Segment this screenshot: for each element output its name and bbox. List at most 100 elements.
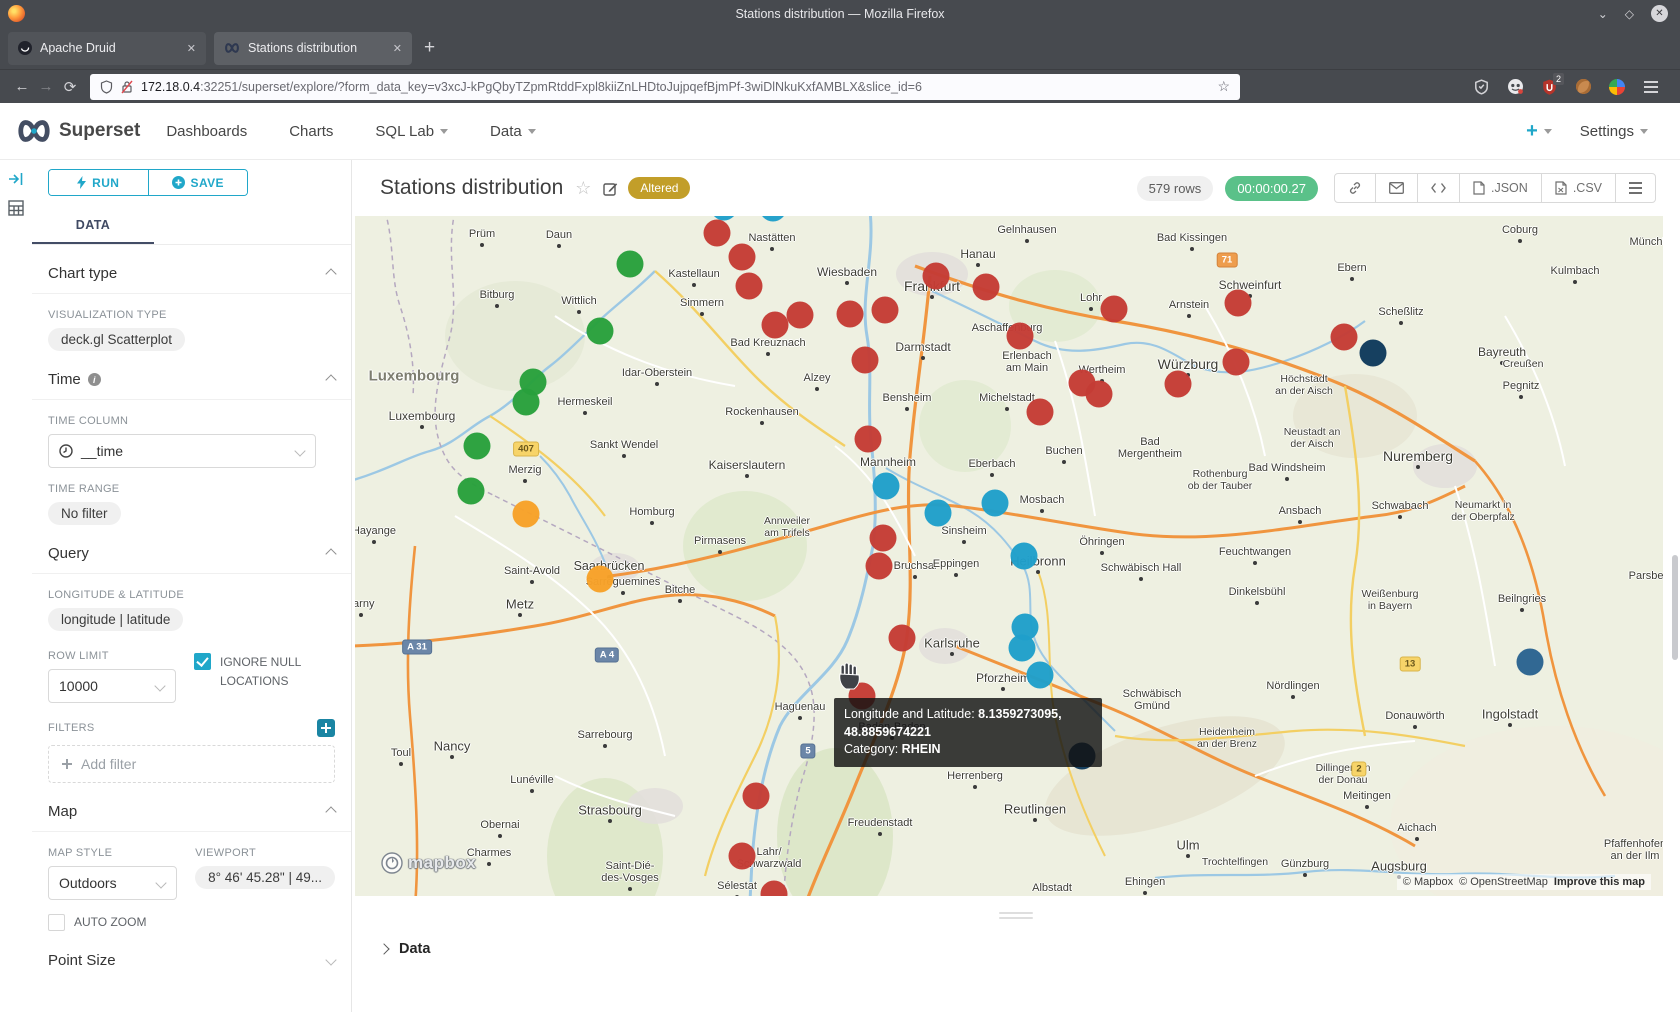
window-minimize-icon[interactable]: ⌄ [1598,8,1608,20]
scatter-point[interactable] [729,843,756,870]
download-json-button[interactable]: .JSON [1459,174,1541,202]
scatter-point[interactable] [736,273,763,300]
run-button[interactable]: RUN [49,170,148,195]
nav-charts[interactable]: Charts [289,123,333,140]
scatter-point[interactable] [1517,649,1544,676]
menu-icon[interactable] [1642,78,1660,96]
scatter-point[interactable] [743,783,770,810]
download-csv-button[interactable]: .CSV [1541,174,1615,202]
chart-menu-button[interactable] [1615,174,1655,202]
scatter-point[interactable] [617,251,644,278]
window-maximize-icon[interactable]: ◇ [1625,8,1634,20]
tab-close-icon[interactable]: ✕ [187,42,196,55]
mapbox-logo[interactable]: mapbox [381,852,476,874]
scatter-point[interactable] [923,263,950,290]
scatter-point[interactable] [1009,635,1036,662]
section-time[interactable]: Timei [32,351,351,399]
add-filter-field[interactable]: Add filter [48,745,335,783]
scatter-point[interactable] [1086,381,1113,408]
shield-check-icon[interactable] [1472,78,1490,96]
scatter-point[interactable] [458,478,485,505]
scatter-point[interactable] [1027,662,1054,689]
section-point-size[interactable]: Point Size [32,932,351,980]
scatter-point[interactable] [704,220,731,247]
scatter-point[interactable] [837,301,864,328]
superset-logo[interactable]: Superset [16,119,140,143]
section-chart-type[interactable]: Chart type [32,245,351,293]
auto-zoom-checkbox[interactable] [48,914,65,931]
attribution-osm[interactable]: © OpenStreetMap [1459,876,1548,888]
nav-sql-lab[interactable]: SQL Lab [375,123,448,140]
attribution-improve[interactable]: Improve this map [1554,876,1645,888]
tab-stations-distribution[interactable]: Stations distribution ✕ [214,32,412,65]
scatter-point[interactable] [873,473,900,500]
scatter-point[interactable] [973,274,1000,301]
scatter-point[interactable] [1007,323,1034,350]
window-close-icon[interactable]: ✕ [1651,5,1668,22]
add-new-button[interactable]: + [1526,120,1552,143]
colorful-extension-icon[interactable] [1608,78,1626,96]
viewport-value[interactable]: 8° 46' 45.28" | 49... [195,866,335,889]
lonlat-value[interactable]: longitude | latitude [48,608,183,631]
map-style-select[interactable]: Outdoors [48,866,177,900]
tab-data[interactable]: DATA [32,209,154,244]
insecure-lock-icon[interactable] [121,80,133,94]
scatter-point[interactable] [852,347,879,374]
add-filter-plus-button[interactable] [317,719,335,737]
section-query[interactable]: Query [32,525,351,573]
viz-type-value[interactable]: deck.gl Scatterplot [48,328,185,351]
ignore-null-checkbox[interactable] [194,653,211,670]
altered-badge[interactable]: Altered [628,177,690,199]
scatter-point[interactable] [866,553,893,580]
scatter-point[interactable] [1331,324,1358,351]
scatter-point[interactable] [872,297,899,324]
deckgl-map[interactable]: PrümDaunNastättenGelnhausenBad Kissingen… [355,216,1663,896]
email-button[interactable] [1375,174,1417,202]
attribution-mapbox[interactable]: © Mapbox [1403,876,1453,888]
panel-resize-handle[interactable] [352,912,1680,919]
scrollbar-thumb[interactable] [1672,555,1678,660]
edit-properties-icon[interactable] [603,181,618,196]
shield-permissions-icon[interactable] [100,80,113,94]
time-column-select[interactable]: __time [48,434,316,468]
scatter-point[interactable] [925,500,952,527]
scatter-point[interactable] [760,216,787,222]
dataset-grid-icon[interactable] [8,200,24,216]
scatter-point[interactable] [513,389,540,416]
scatter-point[interactable] [889,625,916,652]
scatter-point[interactable] [464,433,491,460]
scatter-point[interactable] [587,566,614,593]
mask-extension-icon[interactable] [1506,78,1524,96]
scatter-point[interactable] [1011,543,1038,570]
collapse-panel-icon[interactable] [8,172,24,186]
scatter-point[interactable] [513,501,540,528]
cookie-extension-icon[interactable] [1574,78,1592,96]
section-map[interactable]: Map [32,783,351,831]
scatter-point[interactable] [787,302,814,329]
settings-menu[interactable]: Settings [1580,123,1648,140]
scatter-point[interactable] [1360,340,1387,367]
scatter-point[interactable] [1225,290,1252,317]
scatter-point[interactable] [729,244,756,271]
url-field[interactable]: 172.18.0.4:32251/superset/explore/?form_… [90,74,1240,100]
scatter-point[interactable] [1223,349,1250,376]
row-limit-select[interactable]: 10000 [48,669,176,703]
scatter-point[interactable] [1101,296,1128,323]
bookmark-star-icon[interactable]: ☆ [1217,78,1230,95]
time-range-value[interactable]: No filter [48,502,121,525]
scatter-point[interactable] [1165,371,1192,398]
tab-apache-druid[interactable]: Apache Druid ✕ [8,32,206,65]
scatter-point[interactable] [761,881,788,897]
scatter-point[interactable] [855,426,882,453]
save-button[interactable]: SAVE [148,170,248,195]
new-tab-button[interactable]: + [424,37,435,59]
scatter-point[interactable] [982,490,1009,517]
tab-close-icon[interactable]: ✕ [393,42,402,55]
scatter-point[interactable] [762,312,789,339]
ublock-icon[interactable]: 2 [1540,78,1558,96]
back-icon[interactable]: ← [10,78,34,95]
data-panel-header[interactable]: Data [352,919,1680,957]
reload-icon[interactable]: ⟳ [58,78,82,96]
nav-dashboards[interactable]: Dashboards [166,123,247,140]
nav-data[interactable]: Data [490,123,536,140]
